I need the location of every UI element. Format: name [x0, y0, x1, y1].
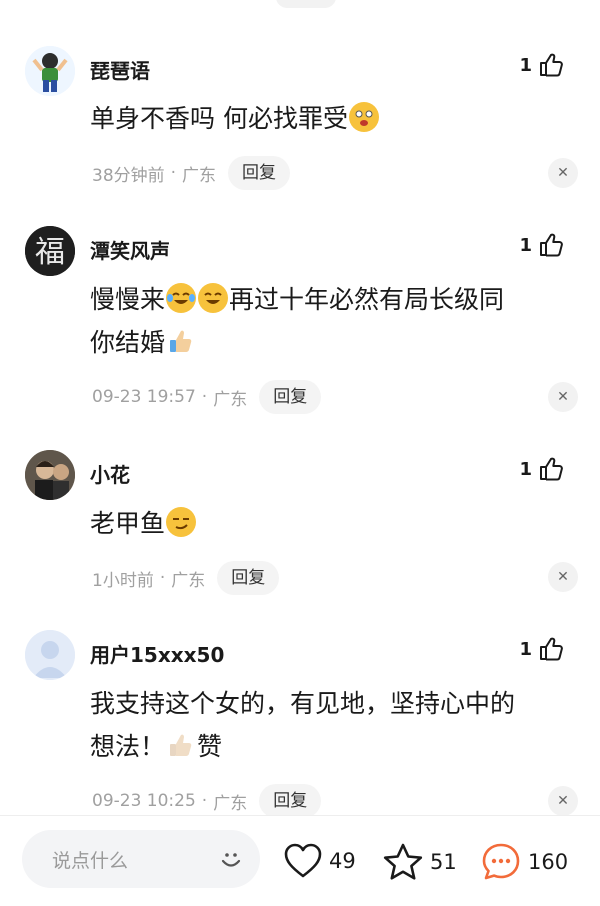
separator-dot: ·: [201, 791, 208, 811]
username[interactable]: 用户15xxx50: [90, 639, 224, 668]
comment-meta: 09-23 19:57 · 广东 回复: [92, 380, 322, 414]
comment-input-placeholder: 说点什么: [52, 850, 129, 872]
previous-reply-button-partial[interactable]: [276, 0, 336, 8]
comment-location: 广东: [213, 389, 248, 410]
close-icon[interactable]: ✕: [548, 382, 578, 412]
close-icon[interactable]: ✕: [548, 158, 578, 188]
like-count: 1: [519, 234, 532, 256]
like-count: 1: [519, 458, 532, 480]
comment-content: 我支持这个女的，有见地，坚持心中的 想法！ 赞: [90, 682, 570, 768]
dizzy-face-emoji: [348, 102, 379, 132]
previous-comment-meta-partial: [0, 0, 600, 14]
like-stat[interactable]: 49: [283, 842, 356, 880]
comment-meta: 38分钟前 · 广东 回复: [92, 156, 291, 190]
comment-time: 38分钟前: [92, 165, 165, 186]
thumbs-up-icon: [540, 53, 563, 77]
like-button[interactable]: 1: [519, 636, 564, 662]
thumbs-up-icon: [540, 233, 563, 257]
comment-stat[interactable]: 160: [480, 842, 568, 882]
comment-time: 09-23 10:25: [92, 791, 196, 811]
favorite-stat[interactable]: 51: [382, 842, 457, 882]
comment-text: 单身不香吗 何必找罪受: [90, 104, 348, 133]
username[interactable]: 琵琶语: [90, 55, 150, 84]
grinning-emoji: [198, 283, 229, 313]
comment-text: 我支持这个女的，有见地，坚持心中的: [90, 689, 516, 718]
comment-time: 09-23 19:57: [92, 387, 196, 407]
separator-dot: ·: [159, 568, 166, 588]
tears-of-joy-emoji: [166, 283, 197, 313]
like-button[interactable]: 1: [519, 456, 564, 482]
comment-meta: 1小时前 · 广东 回复: [92, 561, 280, 595]
thumbs-up-emoji: [166, 326, 196, 356]
close-icon[interactable]: ✕: [548, 786, 578, 816]
avatar[interactable]: 福: [25, 226, 75, 276]
reply-button[interactable]: 回复: [217, 561, 280, 595]
username[interactable]: 小花: [90, 459, 130, 488]
username[interactable]: 潭笑风声: [90, 235, 170, 264]
reply-button[interactable]: 回复: [228, 156, 291, 190]
comment-location: 广东: [171, 570, 206, 591]
comment-location: 广东: [182, 165, 217, 186]
comment-location: 广东: [213, 793, 248, 814]
thumbs-up-icon: [540, 457, 563, 481]
comment-content: 老甲鱼: [90, 502, 570, 545]
comment-content: 单身不香吗 何必找罪受: [90, 97, 570, 140]
separator-dot: ·: [201, 387, 208, 407]
reply-button[interactable]: 回复: [259, 380, 322, 414]
thumbs-up-icon: [540, 637, 563, 661]
heart-icon: [284, 843, 322, 878]
separator-dot: ·: [170, 163, 177, 183]
reply-button[interactable]: 回复: [259, 784, 322, 818]
comment-time: 1小时前: [92, 570, 154, 591]
comment-text: 慢慢来: [90, 285, 166, 314]
avatar[interactable]: [25, 46, 75, 96]
like-total: 49: [329, 849, 356, 873]
comment-text: 老甲鱼: [90, 509, 166, 538]
comment-meta: 09-23 10:25 · 广东 回复: [92, 784, 322, 818]
comment-text: 再过十年必然有局长级同: [229, 285, 505, 314]
comment-total: 160: [528, 850, 569, 874]
comment-content: 慢慢来 再过十年必然有局长级同 你结婚: [90, 278, 570, 364]
like-count: 1: [519, 54, 532, 76]
bottom-action-bar: 说点什么 49 51 160: [0, 815, 600, 906]
comment-input[interactable]: 说点什么: [22, 830, 260, 888]
favorite-total: 51: [430, 850, 457, 874]
like-count: 1: [519, 638, 532, 660]
emoji-picker-icon[interactable]: [216, 844, 246, 874]
comment-text: 赞: [197, 732, 223, 761]
avatar-calligraphy: 福: [35, 235, 65, 270]
avatar[interactable]: [25, 450, 75, 500]
comment-text: 你结婚: [90, 328, 166, 357]
star-icon: [383, 843, 423, 880]
thumbs-up-emoji: [166, 730, 196, 760]
smirk-emoji: [166, 507, 197, 537]
like-button[interactable]: 1: [519, 52, 564, 78]
like-button[interactable]: 1: [519, 232, 564, 258]
avatar[interactable]: [25, 630, 75, 680]
close-icon[interactable]: ✕: [548, 562, 578, 592]
comment-bubble-icon: [482, 843, 520, 880]
comment-text: 想法！: [90, 732, 166, 761]
